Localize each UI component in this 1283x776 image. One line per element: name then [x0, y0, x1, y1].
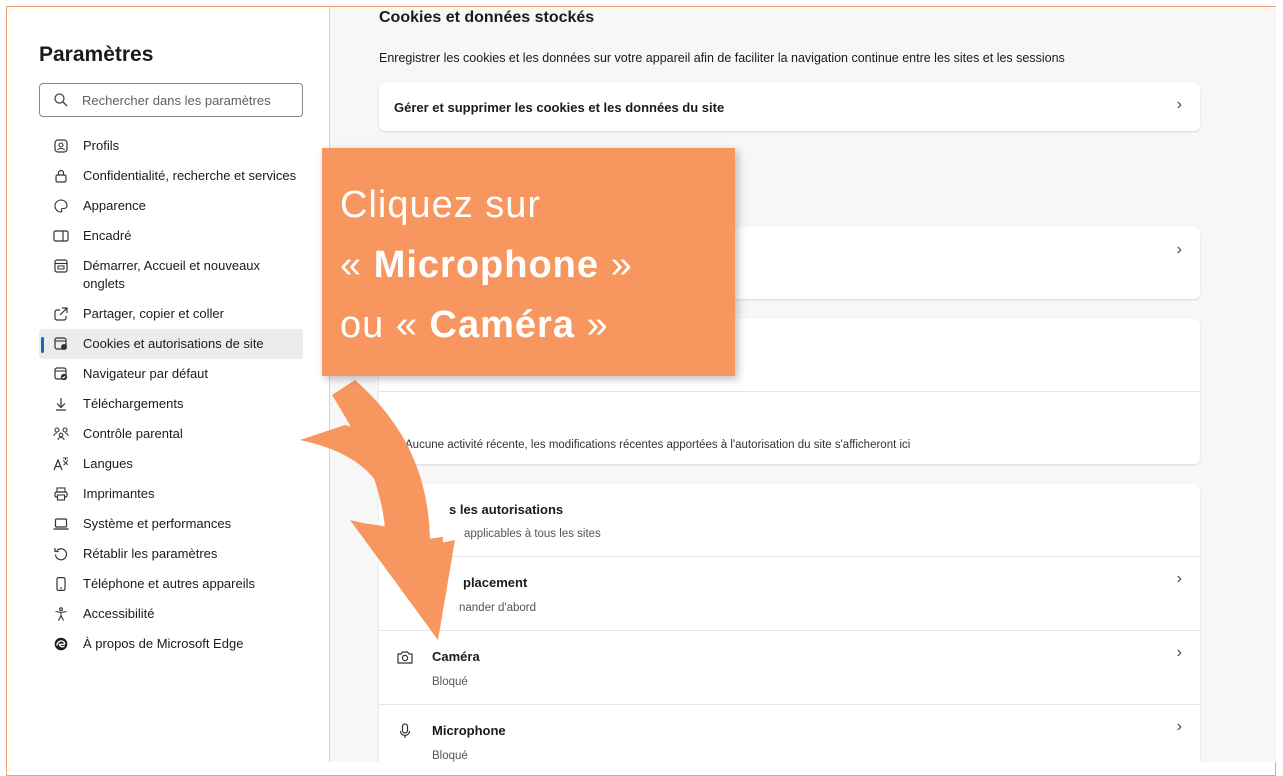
sidebar-item-label: Encadré	[83, 228, 132, 243]
sidebar-item-label: Téléphone et autres appareils	[83, 576, 256, 591]
sidebar-item-label: Navigateur par défaut	[83, 366, 209, 381]
sidebar-item-label: À propos de Microsoft Edge	[83, 636, 244, 651]
location-row[interactable]: placement nander d'abord ›	[379, 557, 1200, 631]
camera-title: Caméra	[432, 649, 480, 664]
callout-camera: Caméra	[429, 304, 575, 346]
sidebar-item-label: Confidentialité, recherche et services	[83, 168, 297, 183]
sidebar-item-about[interactable]: À propos de Microsoft Edge	[39, 629, 303, 659]
manage-cookies-card[interactable]: Gérer et supprimer les cookies et les do…	[379, 83, 1200, 131]
sidebar-item-sidebar[interactable]: Encadré	[39, 221, 303, 251]
manage-cookies-label: Gérer et supprimer les cookies et les do…	[394, 100, 725, 115]
settings-title: Paramètres	[39, 43, 154, 66]
lock-icon	[53, 168, 69, 184]
settings-content: Cookies et données stockés Enregistrer l…	[330, 7, 1276, 762]
camera-subtitle: Bloqué	[432, 676, 468, 688]
reset-icon	[53, 546, 69, 562]
sidebar-item-system[interactable]: Système et performances	[39, 509, 303, 539]
sidebar-item-languages[interactable]: Langues	[39, 449, 303, 479]
recent-activity-text: Aucune activité récente, les modificatio…	[405, 439, 911, 451]
sidebar-item-label: Langues	[83, 456, 133, 471]
edge-logo-icon	[53, 636, 69, 652]
sidebar-item-default-browser[interactable]: Navigateur par défaut	[39, 359, 303, 389]
profile-icon	[53, 138, 69, 154]
sidebar-icon	[53, 228, 69, 244]
palette-icon	[53, 198, 69, 214]
sidebar-item-appearance[interactable]: Apparence	[39, 191, 303, 221]
share-icon	[53, 306, 69, 322]
sidebar-item-share[interactable]: Partager, copier et coller	[39, 299, 303, 329]
camera-row[interactable]: Caméra Bloqué ›	[379, 631, 1200, 705]
sidebar-item-start-home[interactable]: Démarrer, Accueil et nouveaux onglets	[39, 251, 303, 299]
download-icon	[53, 396, 69, 412]
location-subtitle: nander d'abord	[459, 602, 537, 614]
sidebar-item-downloads[interactable]: Téléchargements	[39, 389, 303, 419]
search-icon	[54, 93, 68, 107]
phone-icon	[53, 576, 69, 592]
accessibility-icon	[53, 606, 69, 622]
sidebar-item-printers[interactable]: Imprimantes	[39, 479, 303, 509]
sidebar-item-profils[interactable]: Profils	[39, 131, 303, 161]
microphone-title: Microphone	[432, 723, 506, 738]
location-title: placement	[463, 575, 528, 590]
callout-line-3-post: »	[574, 304, 609, 346]
callout-line-2: « Microphone »	[340, 244, 633, 287]
sidebar-item-label: Apparence	[83, 198, 146, 213]
camera-icon	[397, 650, 413, 669]
sidebar-item-label: Cookies et autorisations de site	[83, 336, 264, 351]
microphone-icon	[399, 723, 411, 744]
all-permissions-card: s les autorisations applicables à tous l…	[379, 484, 1200, 762]
language-icon	[53, 456, 69, 472]
sidebar-item-cookies[interactable]: Cookies et autorisations de site	[39, 329, 303, 359]
callout-microphone: Microphone	[373, 244, 600, 286]
cookie-settings-icon	[53, 336, 69, 352]
sidebar-item-label: Démarrer, Accueil et nouveaux onglets	[83, 258, 261, 291]
family-icon	[53, 426, 69, 442]
all-permissions-header: s les autorisations applicables à tous l…	[379, 484, 1200, 557]
section-title: Cookies et données stockés	[379, 9, 595, 26]
search-input[interactable]	[80, 91, 284, 109]
sidebar-item-label: Accessibilité	[83, 606, 155, 621]
microphone-row[interactable]: Microphone Bloqué ›	[379, 705, 1200, 762]
settings-search[interactable]	[39, 83, 303, 117]
chevron-right-icon: ›	[1176, 96, 1182, 113]
chevron-right-icon: ›	[1176, 644, 1182, 661]
section-description: Enregistrer les cookies et les données s…	[379, 51, 1065, 65]
callout-line-3-pre: ou «	[340, 304, 430, 346]
sidebar-item-parental[interactable]: Contrôle parental	[39, 419, 303, 449]
sidebar-item-label: Contrôle parental	[83, 426, 183, 441]
laptop-icon	[53, 516, 69, 532]
chevron-right-icon: ›	[1176, 241, 1182, 258]
sidebar-item-phone[interactable]: Téléphone et autres appareils	[39, 569, 303, 599]
sidebar-item-label: Système et performances	[83, 516, 232, 531]
callout-line-2-pre: «	[340, 244, 374, 286]
callout-line-2-post: »	[599, 244, 633, 286]
printer-icon	[53, 486, 69, 502]
sidebar-item-label: Rétablir les paramètres	[83, 546, 218, 561]
sidebar-item-label: Partager, copier et coller	[83, 306, 224, 321]
sidebar-nav: Profils Confidentialité, recherche et se…	[39, 131, 303, 659]
sidebar-item-accessibility[interactable]: Accessibilité	[39, 599, 303, 629]
home-tab-icon	[53, 258, 69, 274]
microphone-subtitle: Bloqué	[432, 750, 468, 762]
callout-line-1: Cliquez sur	[340, 184, 542, 226]
sidebar-item-label: Profils	[83, 138, 120, 153]
instruction-callout: Cliquez sur « Microphone » ou « Caméra »	[322, 148, 735, 376]
sidebar-item-label: Imprimantes	[83, 486, 155, 501]
chevron-right-icon: ›	[1176, 718, 1182, 735]
chevron-right-icon: ›	[1176, 570, 1182, 587]
default-browser-icon	[53, 366, 69, 382]
settings-sidebar: Paramètres Profils Confidentialité, rech…	[7, 7, 330, 762]
all-permissions-subtitle: applicables à tous les sites	[464, 528, 601, 540]
sidebar-item-label: Téléchargements	[83, 396, 184, 411]
callout-line-3: ou « Caméra »	[340, 304, 609, 347]
all-permissions-title: s les autorisations	[449, 502, 564, 517]
sidebar-item-privacy[interactable]: Confidentialité, recherche et services	[39, 161, 303, 191]
sidebar-item-reset[interactable]: Rétablir les paramètres	[39, 539, 303, 569]
